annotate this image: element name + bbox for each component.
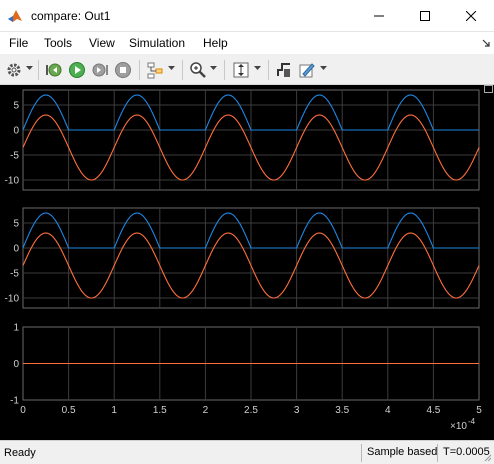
menu-bar: File Tools View Simulation Help: [0, 32, 494, 54]
undock-plot-icon[interactable]: [484, 85, 493, 93]
settings-button[interactable]: [4, 60, 24, 80]
toolbar-separator: [38, 60, 39, 80]
signal-trace-button[interactable]: [145, 60, 165, 80]
scope-display: 5 0 -5 -10 5 0 -5 -10 1 0 -1 0 0.5 1 1.5 2 2.5 3 3.5 4 4.5 5 ×…: [0, 85, 494, 440]
x-tick-label: 5: [476, 405, 482, 416]
signal-trace-icon: [147, 62, 163, 79]
run-button[interactable]: [67, 60, 87, 80]
step-forward-button[interactable]: [90, 60, 110, 80]
toolbar-separator: [224, 60, 225, 80]
menu-simulation[interactable]: Simulation: [129, 36, 185, 50]
y-tick-label: -5: [10, 269, 19, 280]
y-tick-label: 0: [13, 126, 19, 137]
resize-grip-icon[interactable]: [482, 452, 492, 462]
y-tick-label: -1: [10, 396, 19, 407]
x-tick-label: 3: [294, 405, 300, 416]
step-back-button[interactable]: [44, 60, 64, 80]
x-tick-label: 4.5: [426, 405, 440, 416]
y-tick-label: 0: [13, 359, 19, 370]
close-icon: [466, 10, 476, 21]
status-ready: Ready: [4, 447, 36, 459]
gear-icon: [7, 63, 21, 77]
y-tick-label: 5: [13, 219, 19, 230]
stop-button[interactable]: [113, 60, 133, 80]
minimize-icon: [374, 15, 384, 16]
x-tick-label: 3.5: [335, 405, 349, 416]
close-button[interactable]: [448, 0, 494, 31]
menu-view[interactable]: View: [89, 36, 115, 50]
x-tick-label: 0: [20, 405, 26, 416]
x-tick-label: 4: [385, 405, 391, 416]
scope-plots: 50-5-1050-5-1010-10 0.5 1 1.5 2 2.5 3 3.5 4 4.5 5×…: [5, 89, 482, 432]
autoscale-button[interactable]: [231, 60, 251, 80]
x-scale-label: ×10: [450, 421, 467, 432]
y-tick-label: -10: [5, 176, 20, 187]
zoom-dropdown-icon[interactable]: [210, 66, 217, 71]
toolbar-separator: [268, 60, 269, 80]
x-tick-label: 2.5: [244, 405, 258, 416]
signal-trace-dropdown-icon[interactable]: [168, 66, 175, 71]
y-tick-label: 5: [13, 101, 19, 112]
x-tick-label: 0.5: [62, 405, 76, 416]
x-scale-exponent: -4: [468, 417, 476, 426]
y-tick-label: 0: [13, 244, 19, 255]
undock-arrow-icon[interactable]: [482, 39, 490, 47]
maximize-button[interactable]: [402, 0, 448, 31]
zoom-icon: [190, 62, 206, 78]
toolbar-separator: [182, 60, 183, 80]
style-dropdown-icon[interactable]: [320, 66, 327, 71]
triggers-icon: [277, 63, 290, 77]
step-forward-icon: [92, 63, 108, 77]
style-button[interactable]: [297, 60, 317, 80]
x-tick-label: 1: [111, 405, 117, 416]
minimize-button[interactable]: [356, 0, 402, 31]
toolbar-separator: [139, 60, 140, 80]
status-bar: Ready Sample based T=0.0005: [0, 440, 494, 464]
maximize-icon: [420, 10, 430, 21]
title-bar: compare: Out1: [0, 0, 494, 32]
toolbar: [0, 54, 494, 85]
style-icon: [299, 63, 315, 78]
y-tick-label: 1: [13, 323, 19, 334]
status-mode: Sample based: [361, 444, 442, 462]
step-back-icon: [46, 63, 62, 77]
autoscale-dropdown-icon[interactable]: [254, 66, 261, 71]
zoom-button[interactable]: [188, 60, 208, 80]
menu-file[interactable]: File: [9, 36, 28, 50]
run-icon: [69, 62, 85, 78]
settings-dropdown-icon[interactable]: [26, 66, 33, 71]
menu-help[interactable]: Help: [203, 36, 228, 50]
matlab-app-icon: [8, 10, 22, 22]
autoscale-icon: [233, 62, 249, 78]
y-tick-label: -5: [10, 151, 19, 162]
x-tick-label: 2: [203, 405, 209, 416]
window-title: compare: Out1: [31, 9, 111, 23]
y-tick-label: -10: [5, 294, 20, 305]
triggers-button[interactable]: [274, 60, 294, 80]
x-tick-label: 1.5: [153, 405, 167, 416]
menu-tools[interactable]: Tools: [44, 36, 72, 50]
stop-icon: [115, 62, 131, 78]
